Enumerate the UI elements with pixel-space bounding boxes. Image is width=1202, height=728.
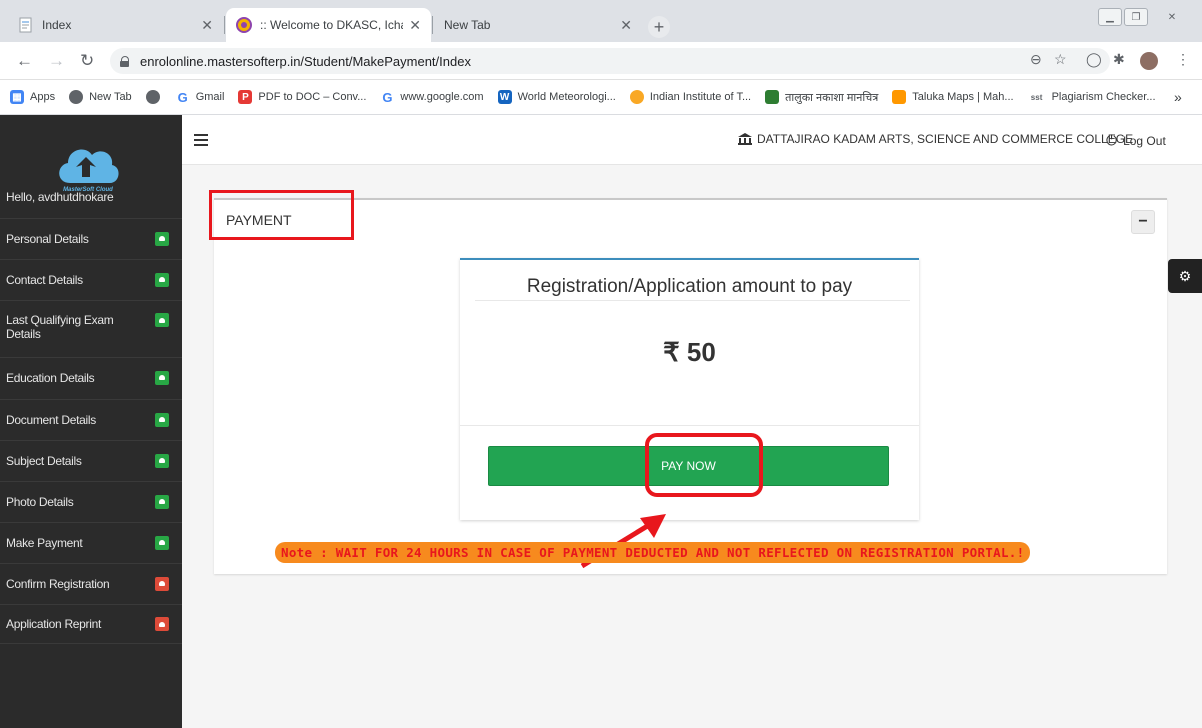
settings-gear-icon[interactable]: ⚙ — [1168, 259, 1202, 293]
status-complete-icon — [155, 453, 169, 468]
sidebar-item-education-details[interactable]: Education Details — [0, 357, 182, 397]
payment-panel: PAYMENT − Registration/Application amoun… — [209, 190, 1167, 574]
bookmark-apps[interactable]: ▦ Apps — [10, 90, 55, 104]
browser-chrome: Index ✕ :: Welcome to DKASC, Ichalkaranj… — [0, 0, 1202, 115]
card-title: Registration/Application amount to pay — [526, 276, 853, 297]
star-icon[interactable]: ☆ — [1054, 51, 1067, 68]
zoom-icon[interactable]: ⊖ — [1030, 51, 1042, 68]
sidebar: MasterSoft Cloud Hello, avdhutdhokare Pe… — [0, 115, 182, 728]
close-icon[interactable]: ✕ — [201, 17, 213, 34]
bookmark-pdf[interactable]: P PDF to DOC – Conv... — [238, 90, 366, 104]
bookmark-gmail[interactable]: G Gmail — [176, 89, 225, 105]
url-bar[interactable]: enrolonline.mastersofterp.in/Student/Mak… — [110, 48, 1110, 74]
status-complete-icon — [155, 370, 169, 385]
menu-icon[interactable]: ⋮ — [1176, 51, 1190, 68]
sst-icon: sst — [1030, 92, 1043, 102]
google-icon: G — [177, 89, 188, 105]
main-content: PAYMENT − Registration/Application amoun… — [182, 165, 1202, 728]
tab-title: New Tab — [444, 18, 491, 32]
power-icon: ⏻ — [1106, 132, 1118, 148]
sidebar-item-subject-details[interactable]: Subject Details — [0, 440, 182, 480]
wmo-icon: W — [497, 90, 512, 104]
map-icon — [765, 90, 780, 104]
sidebar-item-make-payment[interactable]: Make Payment — [0, 522, 182, 562]
close-window-icon[interactable]: ✕ — [1160, 8, 1184, 26]
back-icon[interactable]: ← — [16, 51, 33, 71]
bookmark-wmo[interactable]: W World Meteorologi... — [497, 90, 616, 104]
payment-card: Registration/Application amount to pay ₹… — [460, 258, 919, 520]
minimize-icon[interactable]: ▁ — [1098, 8, 1122, 26]
status-pending-icon — [155, 617, 169, 631]
status-complete-icon — [155, 494, 169, 509]
bookmark-taluka-marathi[interactable]: तालुका नकाशा मानचित्र — [765, 90, 878, 105]
sidebar-item-confirm-registration[interactable]: Confirm Registration — [0, 563, 182, 603]
collapse-button[interactable]: − — [1131, 210, 1155, 234]
tab-welcome[interactable]: :: Welcome to DKASC, Ichalkaranji ✕ — [226, 8, 431, 42]
map-icon — [892, 90, 907, 104]
reload-icon[interactable]: ↻ — [80, 51, 94, 71]
address-toolbar: ← → ↻ enrolonline.mastersofterp.in/Stude… — [0, 42, 1202, 80]
close-icon[interactable]: ✕ — [409, 17, 421, 34]
bookmark-taluka-maps[interactable]: Taluka Maps | Mah... — [892, 90, 1014, 104]
pdf-icon: P — [238, 90, 253, 104]
status-complete-icon — [155, 535, 169, 550]
globe-icon — [69, 90, 84, 104]
card-divider — [475, 300, 910, 301]
google-icon: G — [382, 89, 393, 105]
user-greeting: Hello, avdhutdhokare — [6, 190, 114, 204]
institution-icon — [738, 133, 752, 145]
tab-title: :: Welcome to DKASC, Ichalkaranji — [260, 18, 403, 32]
tab-newtab[interactable]: New Tab ✕ — [434, 8, 642, 42]
status-complete-icon — [155, 313, 169, 327]
payment-note: Note : WAIT FOR 24 HOURS IN CASE OF PAYM… — [275, 542, 1031, 563]
bookmark-plagiarism[interactable]: sst Plagiarism Checker... — [1028, 90, 1156, 104]
tab-title: Index — [42, 18, 72, 32]
institute-icon — [629, 90, 644, 104]
card-footer-divider — [460, 425, 919, 426]
page-icon — [18, 17, 34, 33]
bookmark-iit[interactable]: Indian Institute of T... — [629, 90, 751, 104]
tab-separator — [432, 16, 433, 34]
college-name: DATTAJIRAO KADAM ARTS, SCIENCE AND COMME… — [738, 132, 1133, 146]
maximize-icon[interactable]: ❐ — [1124, 8, 1148, 26]
profile-avatar[interactable] — [1140, 52, 1158, 70]
bookmark-newtab[interactable]: New Tab — [69, 90, 132, 104]
sidebar-item-document-details[interactable]: Document Details — [0, 399, 182, 439]
title-highlight-annotation — [209, 190, 354, 240]
tab-separator — [224, 16, 225, 34]
status-pending-icon — [155, 576, 169, 591]
college-favicon-icon — [236, 17, 252, 33]
payment-amount: ₹ 50 — [663, 337, 716, 367]
logout-button[interactable]: ⏻ Log Out — [1106, 132, 1166, 149]
tab-index[interactable]: Index ✕ — [8, 8, 223, 42]
sidebar-item-last-qualifying-exam[interactable]: Last Qualifying Exam Details — [0, 300, 182, 352]
sidebar-item-photo-details[interactable]: Photo Details — [0, 481, 182, 521]
sidebar-item-application-reprint[interactable]: Application Reprint — [0, 604, 182, 644]
status-complete-icon — [155, 412, 169, 427]
status-complete-icon — [155, 272, 169, 287]
bookmark-unnamed[interactable] — [145, 90, 162, 104]
hamburger-menu-icon[interactable] — [194, 134, 208, 146]
pay-button-highlight-annotation — [645, 433, 763, 497]
globe-icon — [145, 90, 160, 104]
top-navbar: DATTAJIRAO KADAM ARTS, SCIENCE AND COMME… — [182, 115, 1202, 165]
apps-grid-icon: ▦ — [10, 90, 24, 104]
forward-icon[interactable]: → — [48, 51, 65, 71]
opera-icon[interactable]: ◯ — [1086, 51, 1102, 68]
new-tab-button[interactable]: + — [648, 16, 670, 38]
sidebar-item-contact-details[interactable]: Contact Details — [0, 259, 182, 299]
mastersoft-logo: MasterSoft Cloud — [52, 137, 124, 193]
close-icon[interactable]: ✕ — [620, 17, 632, 34]
bookmarks-bar: ▦ Apps New Tab G Gmail P PDF to DOC – Conv.… — [0, 80, 1202, 115]
lock-icon — [120, 55, 130, 67]
status-complete-icon — [155, 231, 169, 246]
url-text: enrolonline.mastersofterp.in/Student/Mak… — [140, 53, 471, 69]
more-bookmarks-icon[interactable]: » — [1174, 89, 1182, 105]
tab-bar: Index ✕ :: Welcome to DKASC, Ichalkaranj… — [0, 0, 1202, 42]
bookmark-google[interactable]: Gwww.google.com — [380, 89, 483, 105]
extensions-icon[interactable]: ✱ — [1113, 51, 1125, 68]
sidebar-item-personal-details[interactable]: Personal Details — [0, 218, 182, 258]
